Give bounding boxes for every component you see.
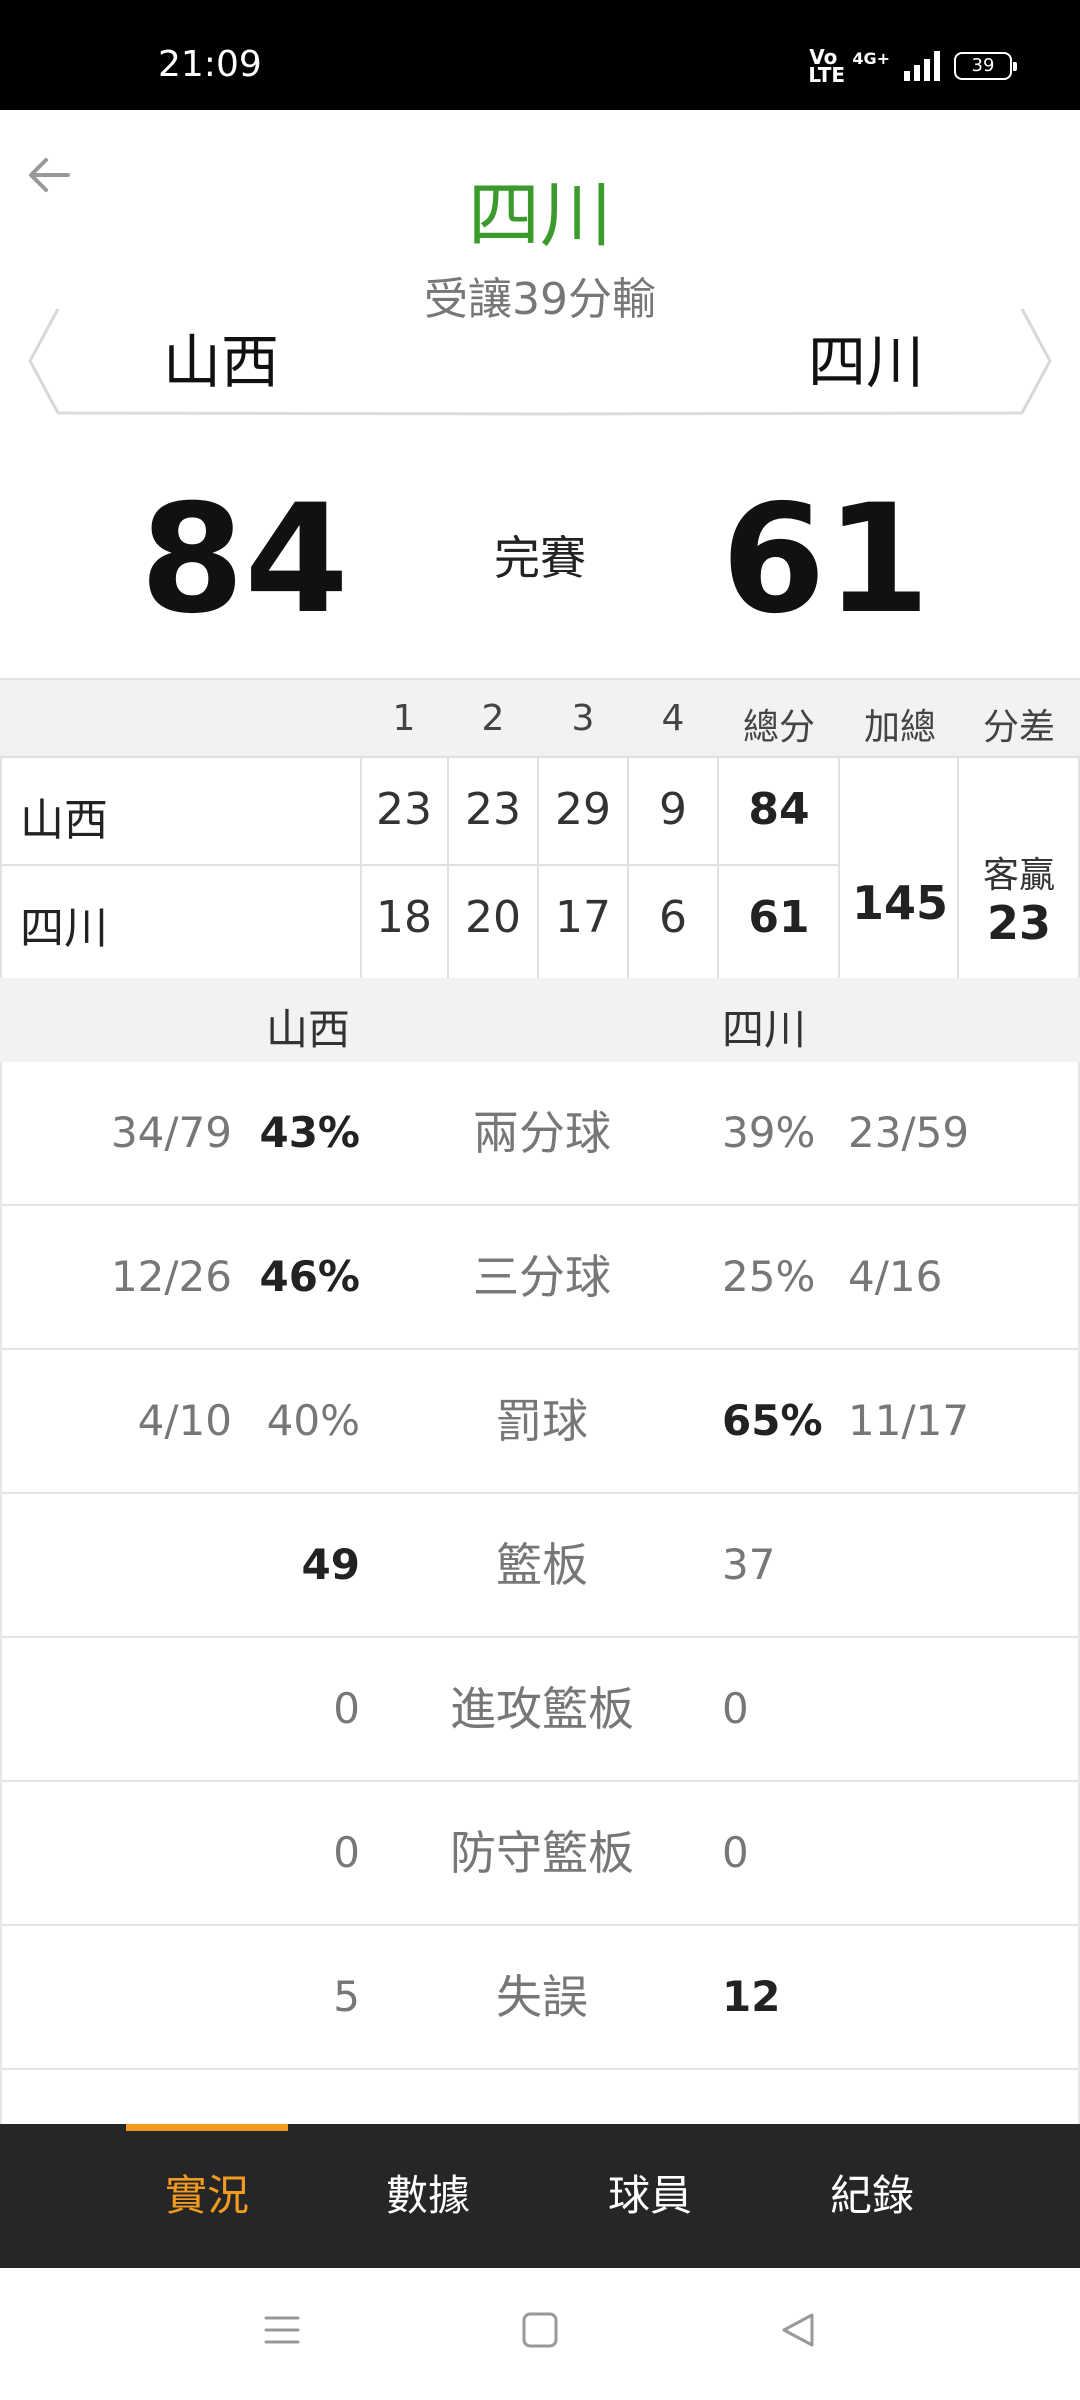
- diff-value: 23: [986, 896, 1051, 950]
- back-triangle-icon[interactable]: [778, 2310, 818, 2350]
- stat-row: 12/26 46% 三分球 25% 4/16: [2, 1206, 1078, 1350]
- home-q1: 23: [376, 784, 432, 835]
- stat-row: 0 防守籃板 0: [2, 1782, 1078, 1926]
- stat-row: [2, 2070, 1078, 2124]
- home-total: 84: [748, 784, 810, 835]
- status-bar: 21:09 Vo LTE 4G+ 39: [0, 0, 1080, 110]
- team-banner: 山西 四川: [28, 305, 1052, 417]
- row-team-away: 四川: [20, 903, 108, 954]
- stat-label: 進攻籃板: [450, 1682, 634, 1736]
- header-q4: 4: [661, 698, 685, 739]
- stat-row: 49 籃板 37: [2, 1494, 1078, 1638]
- quarter-table-header: 1 2 3 4 總分 加總 分差: [0, 678, 1080, 756]
- combined-total: 145: [851, 876, 949, 930]
- stat-away-value: 0: [722, 1828, 749, 1877]
- stat-row: 5 失誤 12: [2, 1926, 1078, 2070]
- header-q2: 2: [481, 698, 505, 739]
- stat-row: 4/10 40% 罰球 65% 11/17: [2, 1350, 1078, 1494]
- header-diff: 分差: [982, 707, 1055, 748]
- app-screen: 21:09 Vo LTE 4G+ 39 四川 受讓39分輸 山西 四川 84 完…: [0, 0, 1080, 2400]
- header-total: 總分: [742, 707, 815, 748]
- status-time: 21:09: [158, 44, 262, 85]
- home-team-name: 山西: [163, 328, 280, 396]
- stat-row: 34/79 43% 兩分球 39% 23/59: [2, 1062, 1078, 1206]
- home-square-icon[interactable]: [520, 2310, 560, 2350]
- tab-data[interactable]: 數據: [328, 2124, 528, 2268]
- away-q3: 17: [555, 892, 611, 943]
- stat-away-value: 0: [722, 1684, 749, 1733]
- stat-away-fraction: 4/16: [848, 1252, 943, 1301]
- menu-icon[interactable]: [262, 2310, 302, 2350]
- stat-row: 0 進攻籃板 0: [2, 1638, 1078, 1782]
- stat-away-fraction: 23/59: [848, 1108, 970, 1157]
- system-nav-bar: [0, 2268, 1080, 2400]
- stat-away-fraction: 11/17: [848, 1396, 970, 1445]
- tab-records[interactable]: 紀錄: [772, 2124, 972, 2268]
- battery-level: 39: [971, 55, 995, 76]
- bottom-tab-bar: 實況 數據 球員 紀錄: [0, 2124, 1080, 2268]
- network-type: 4G+: [852, 48, 890, 68]
- stat-away-value: 37: [722, 1540, 776, 1589]
- home-q4: 9: [659, 784, 687, 835]
- stat-label: 防守籃板: [450, 1826, 634, 1880]
- home-q2: 23: [465, 784, 521, 835]
- stat-label: 籃板: [496, 1538, 588, 1592]
- away-q2: 20: [465, 892, 521, 943]
- winner-team: 四川: [467, 173, 612, 257]
- home-q3: 29: [555, 784, 611, 835]
- battery-icon: 39: [954, 52, 1017, 80]
- stats-home-team: 山西: [266, 1005, 351, 1054]
- away-team-name: 四川: [807, 328, 924, 396]
- header-q3: 3: [571, 698, 595, 739]
- stats-list[interactable]: 34/79 43% 兩分球 39% 23/59 12/26 46% 三分球 25% 4/16 4/1…: [0, 1062, 1080, 2124]
- away-total: 61: [748, 892, 810, 943]
- away-q1: 18: [376, 892, 432, 943]
- diff-label: 客贏: [982, 855, 1055, 896]
- stat-away-value: 39%: [722, 1108, 816, 1157]
- stat-label: 失誤: [496, 1970, 588, 2024]
- signal-icon: [904, 51, 940, 81]
- tab-live[interactable]: 實況: [107, 2124, 307, 2268]
- tab-players[interactable]: 球員: [550, 2124, 750, 2268]
- away-score: 61: [721, 473, 930, 647]
- volte-icon: Vo LTE: [808, 45, 846, 87]
- header-q1: 1: [392, 698, 416, 739]
- away-q4: 6: [659, 892, 687, 943]
- stat-away-value: 12: [722, 1972, 781, 2021]
- stats-away-team: 四川: [722, 1005, 807, 1054]
- stats-header: 山西 四川: [0, 978, 1080, 1062]
- status-icons: Vo LTE 4G+ 39: [808, 45, 1017, 87]
- stat-away-value: 25%: [722, 1252, 816, 1301]
- header-sum: 加總: [863, 707, 936, 748]
- row-team-home: 山西: [20, 795, 108, 846]
- stat-away-value: 65%: [722, 1396, 823, 1445]
